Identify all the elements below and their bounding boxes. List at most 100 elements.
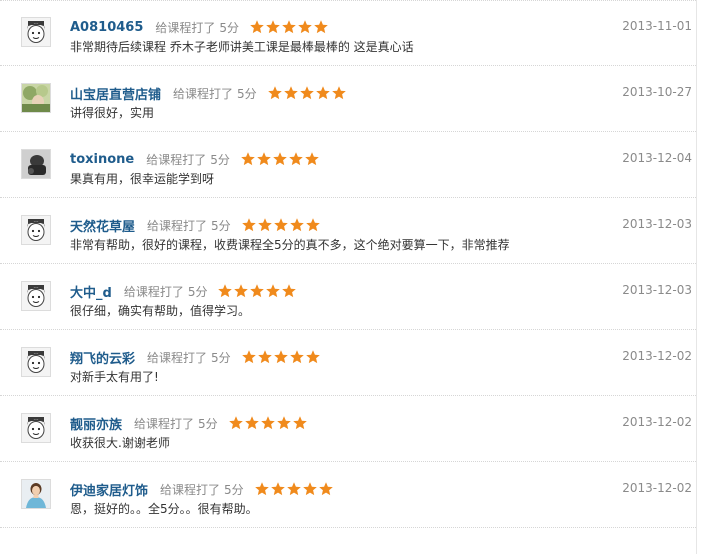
star-rating: [241, 349, 321, 365]
review-date: 2013-12-04: [622, 151, 692, 165]
avatar[interactable]: ~~: [21, 413, 51, 443]
star-icon: [273, 218, 288, 232]
star-icon: [283, 86, 298, 100]
action-label: 给课程打了: [146, 152, 207, 167]
svg-text:~~: ~~: [33, 285, 39, 289]
review-item: ~~ 大中_d 给课程打了 5分 很仔细，确实有帮助，值得学习。 2013-12-03: [0, 264, 696, 330]
review-item: 伊迪家居灯饰 给课程打了 5分恩，挺好的。。全5分。。很有帮助。 2013-12-02: [0, 462, 696, 528]
star-icon: [273, 152, 287, 166]
score-label: 5分: [187, 284, 208, 299]
star-icon: [273, 350, 288, 364]
svg-text:~~: ~~: [33, 417, 39, 421]
review-comment: 对新手太有用了!: [70, 370, 159, 384]
review-date: 2013-11-01: [622, 19, 692, 33]
review-comment: 果真有用，很幸运能学到呀: [70, 172, 215, 186]
action-label: 给课程打了: [155, 20, 216, 35]
star-icon: [289, 350, 304, 364]
review-header: 靓丽亦族 给课程打了 5分: [70, 413, 308, 433]
star-icon: [305, 350, 320, 364]
review-header: 天然花草屋 给课程打了 5分: [70, 215, 321, 235]
review-header: 翔飞的云彩 给课程打了 5分: [70, 347, 321, 367]
review-comment: 恩，挺好的。。全5分。。很有帮助。: [70, 502, 258, 516]
star-icon: [257, 152, 271, 166]
star-icon: [302, 482, 317, 496]
star-icon: [318, 482, 333, 496]
review-comment: 非常有帮助，很好的课程，收费课程全5分的真不多，这个绝对要算一下，非常推荐: [70, 238, 510, 252]
review-date: 2013-12-02: [622, 349, 692, 363]
review-comment: 收获很大.谢谢老师: [70, 436, 170, 450]
rating-action-text: 给课程打了 5分: [147, 349, 231, 366]
avatar[interactable]: ~~: [21, 215, 51, 245]
reviewer-name[interactable]: 靓丽亦族: [70, 414, 122, 433]
star-icon: [299, 86, 314, 100]
star-rating: [267, 85, 347, 101]
reviewer-name[interactable]: 大中_d: [70, 282, 112, 301]
review-item: ~~ 天然花草屋 给课程打了 5分非常有帮助，很好的课程，收费课程全5分的真不多，这…: [0, 198, 696, 264]
avatar[interactable]: ~~: [21, 281, 51, 311]
review-comment: 讲得很好，实用: [70, 106, 155, 120]
star-icon: [241, 152, 255, 166]
reviewer-name[interactable]: 天然花草屋: [70, 216, 135, 235]
rating-action-text: 给课程打了 5分: [173, 85, 257, 102]
star-icon: [254, 482, 269, 496]
review-header: toxinone 给课程打了 5分: [70, 149, 320, 169]
review-item: toxinone 给课程打了 5分果真有用，很幸运能学到呀 2013-12-04: [0, 132, 696, 198]
score-label: 5分: [219, 20, 240, 35]
star-rating: [249, 19, 329, 35]
star-icon: [331, 86, 346, 100]
review-date: 2013-12-02: [622, 481, 692, 495]
avatar[interactable]: [21, 149, 51, 179]
star-icon: [250, 284, 265, 298]
star-icon: [241, 218, 256, 232]
rating-action-text: 给课程打了 5分: [147, 217, 231, 234]
reviewer-name[interactable]: toxinone: [70, 152, 134, 167]
review-item: ~~ A0810465 给课程打了 5分非常期待后续课程 乔木子老师讲美工课是最棒最…: [0, 0, 696, 66]
review-date: 2013-10-27: [622, 85, 692, 99]
star-icon: [292, 416, 307, 430]
action-label: 给课程打了: [123, 284, 184, 299]
review-header: A0810465 给课程打了 5分: [70, 17, 329, 37]
reviewer-name[interactable]: A0810465: [70, 20, 143, 35]
review-header: 大中_d 给课程打了 5分: [70, 281, 297, 301]
right-divider: [696, 0, 697, 554]
avatar[interactable]: ~~: [21, 347, 51, 377]
star-icon: [289, 152, 303, 166]
star-icon: [260, 416, 275, 430]
rating-action-text: 给课程打了 5分: [124, 283, 208, 300]
avatar[interactable]: [21, 83, 51, 113]
star-rating: [241, 217, 321, 233]
star-icon: [250, 20, 264, 34]
star-icon: [314, 20, 328, 34]
svg-text:~~: ~~: [33, 219, 39, 223]
rating-action-text: 给课程打了 5分: [146, 151, 230, 168]
review-item: ~~ 翔飞的云彩 给课程打了 5分对新手太有用了! 2013-12-02: [0, 330, 696, 396]
action-label: 给课程打了: [160, 482, 221, 497]
review-date: 2013-12-03: [622, 217, 692, 231]
star-icon: [234, 284, 249, 298]
star-icon: [266, 20, 280, 34]
star-rating: [228, 415, 308, 431]
star-icon: [241, 350, 256, 364]
rating-action-text: 给课程打了 5分: [160, 481, 244, 498]
star-icon: [315, 86, 330, 100]
score-label: 5分: [198, 416, 218, 431]
star-icon: [270, 482, 285, 496]
star-rating: [217, 283, 297, 299]
reviewer-name[interactable]: 伊迪家居灯饰: [70, 480, 148, 499]
star-rating: [240, 151, 320, 167]
review-comment: 非常期待后续课程 乔木子老师讲美工课是最棒最棒的 这是真心话: [70, 40, 414, 54]
star-icon: [282, 284, 297, 298]
star-icon: [218, 284, 233, 298]
action-label: 给课程打了: [147, 218, 208, 233]
rating-action-text: 给课程打了 5分: [155, 19, 239, 36]
avatar[interactable]: [21, 479, 51, 509]
star-rating: [254, 481, 334, 497]
review-comment: 很仔细，确实有帮助，值得学习。: [70, 304, 251, 318]
reviewer-name[interactable]: 翔飞的云彩: [70, 348, 135, 367]
score-label: 5分: [211, 350, 231, 365]
star-icon: [282, 20, 296, 34]
star-icon: [267, 86, 282, 100]
avatar[interactable]: ~~: [21, 17, 51, 47]
reviewer-name[interactable]: 山宝居直营店铺: [70, 84, 161, 103]
review-item: 山宝居直营店铺 给课程打了 5分讲得很好，实用 2013-10-27: [0, 66, 696, 132]
